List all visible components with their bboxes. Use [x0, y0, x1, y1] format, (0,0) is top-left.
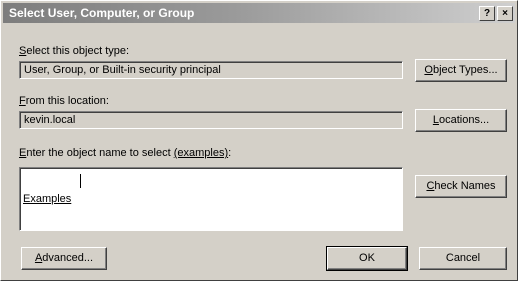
object-name-label: Enter the object name to select (example…	[19, 147, 231, 159]
help-icon[interactable]: ?	[479, 6, 495, 21]
object-types-button-label: bject Types...	[432, 64, 498, 76]
check-names-button[interactable]: Check Names	[415, 175, 507, 198]
cancel-button[interactable]: Cancel	[419, 247, 507, 270]
ok-button[interactable]: OK	[326, 246, 408, 271]
object-name-label-colon: :	[228, 147, 232, 159]
object-name-label-text: nter the object name to select	[26, 147, 174, 159]
dialog-title: Select User, Computer, or Group	[9, 6, 195, 20]
object-type-field: User, Group, or Built-in security princi…	[19, 61, 403, 79]
check-names-button-label: heck Names	[434, 180, 496, 192]
object-types-accel: O	[424, 64, 433, 76]
advanced-button-label: dvanced...	[42, 252, 94, 264]
select-user-dialog: Select User, Computer, or Group ? × Sele…	[0, 0, 518, 281]
examples-link[interactable]: (examples)	[174, 147, 228, 159]
location-label-accel: F	[19, 95, 26, 107]
location-field: kevin.local	[19, 111, 403, 129]
close-icon[interactable]: ×	[497, 6, 513, 21]
locations-button-label: ocations...	[438, 114, 490, 126]
text-caret	[80, 174, 81, 188]
object-type-label-text: elect this object type:	[26, 45, 130, 57]
location-label: From this location:	[19, 95, 109, 107]
advanced-button[interactable]: Advanced...	[21, 247, 107, 270]
locations-button[interactable]: Locations...	[415, 109, 507, 132]
title-bar[interactable]: Select User, Computer, or Group ? ×	[3, 3, 515, 23]
object-type-label: Select this object type:	[19, 45, 129, 57]
object-name-sample: Examples	[23, 193, 72, 205]
location-label-text: rom this location:	[25, 95, 109, 107]
object-types-button[interactable]: Object Types...	[415, 59, 507, 82]
object-name-input[interactable]: Examples	[19, 167, 403, 231]
